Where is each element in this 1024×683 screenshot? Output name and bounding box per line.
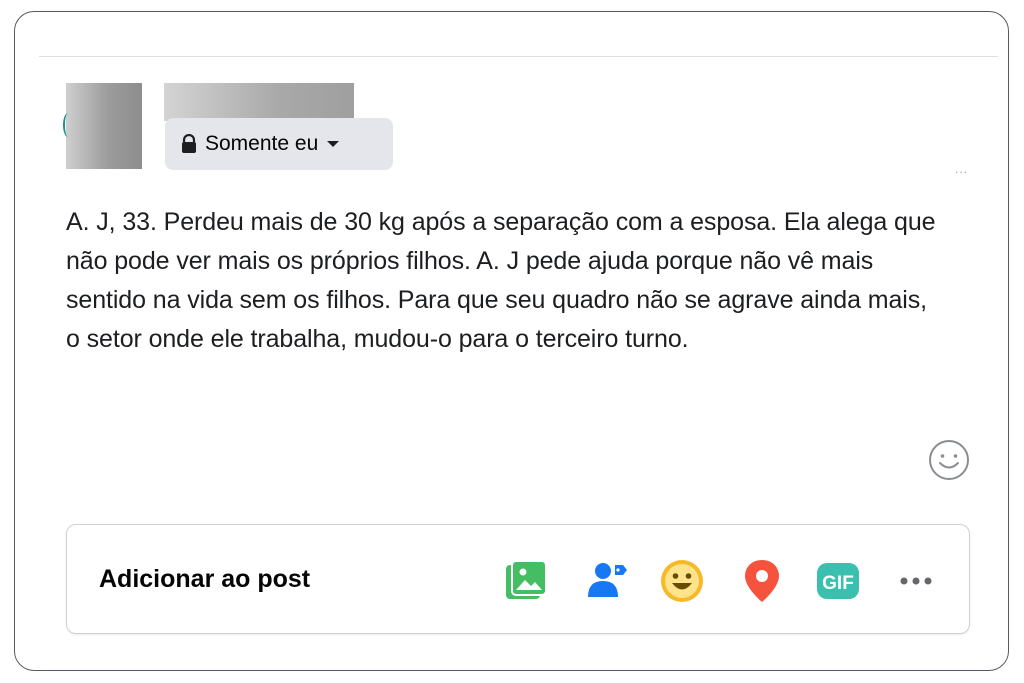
add-to-post-label: Adicionar ao post <box>99 565 311 593</box>
gif-icon[interactable]: GIF <box>815 558 861 604</box>
caret-down-icon <box>327 141 340 147</box>
user-name-redacted <box>164 83 354 121</box>
create-post-card: Somente eu ... A. J, 33. Perdeu mais de … <box>14 11 1009 671</box>
add-to-post-bar: Adicionar ao post GIF <box>66 524 970 634</box>
avatar-ring <box>63 113 73 137</box>
check-in-icon[interactable] <box>739 558 785 604</box>
lock-icon <box>182 134 196 153</box>
avatar <box>63 83 142 169</box>
more-icon[interactable] <box>893 558 939 604</box>
header-divider <box>39 56 998 57</box>
privacy-label: Somente eu <box>205 132 319 155</box>
tag-people-icon[interactable] <box>584 558 630 604</box>
gif-label: GIF <box>822 573 854 594</box>
privacy-selector-button[interactable]: Somente eu <box>165 118 393 170</box>
options-dots[interactable]: ... <box>955 162 968 176</box>
post-text-input[interactable]: A. J, 33. Perdeu mais de 30 kg após a se… <box>66 203 946 359</box>
feeling-activity-icon[interactable] <box>659 558 705 604</box>
photo-video-icon[interactable] <box>503 558 549 604</box>
emoji-picker-icon[interactable] <box>927 438 971 482</box>
